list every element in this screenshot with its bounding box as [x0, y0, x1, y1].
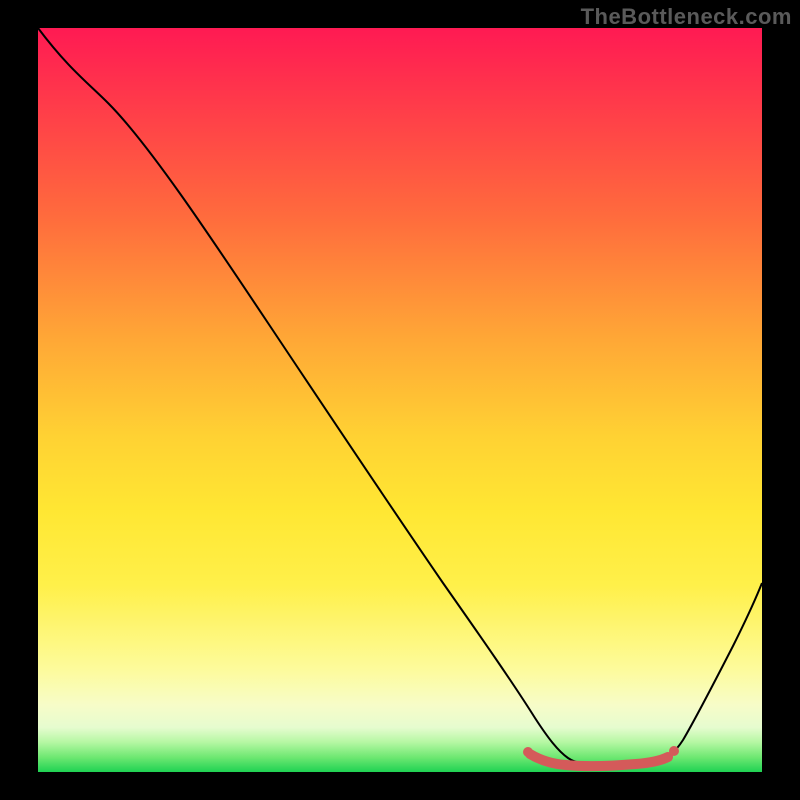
- trough-dot: [542, 757, 550, 765]
- trough-dot: [523, 747, 533, 757]
- trough-dot: [640, 759, 648, 767]
- trough-dot: [669, 746, 679, 756]
- bottleneck-curve: [38, 28, 762, 765]
- trough-dot: [590, 762, 598, 770]
- trough-dot: [616, 762, 624, 770]
- trough-dot: [564, 761, 572, 769]
- chart-frame: TheBottleneck.com: [0, 0, 800, 800]
- curve-svg: [38, 28, 762, 772]
- plot-area: [38, 28, 762, 772]
- watermark-text: TheBottleneck.com: [581, 4, 792, 30]
